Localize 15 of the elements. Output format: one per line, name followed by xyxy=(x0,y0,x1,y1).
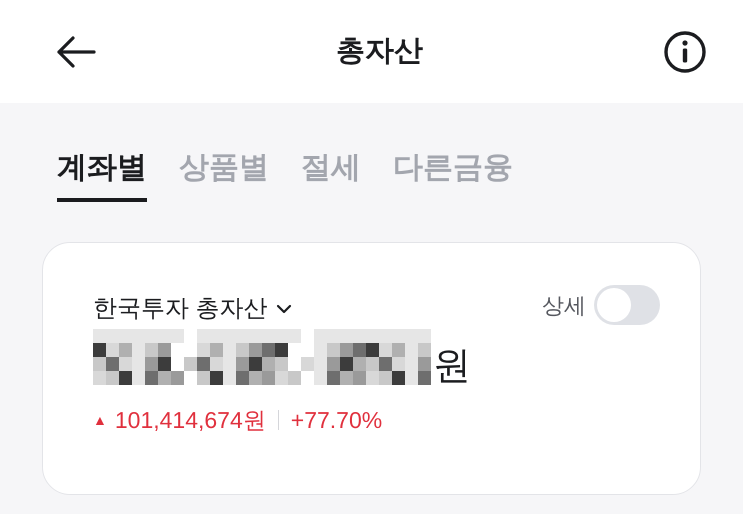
tab[interactable]: 계좌별 xyxy=(57,145,147,202)
change-rate: +77.70% xyxy=(290,406,382,435)
info-icon[interactable] xyxy=(663,30,707,74)
detail-label: 상세 xyxy=(542,292,586,320)
page-title: 총자산 xyxy=(336,34,423,69)
currency-unit: 원 xyxy=(433,347,471,385)
back-button[interactable] xyxy=(56,36,96,68)
tab[interactable]: 상품별 xyxy=(179,145,269,202)
account-selector[interactable]: 한국투자 총자산 xyxy=(93,291,292,327)
tab[interactable]: 절세 xyxy=(301,145,361,202)
chevron-down-icon xyxy=(276,304,292,314)
change-amount: 101,414,674원 xyxy=(114,406,266,435)
tab[interactable]: 다른금융 xyxy=(393,145,513,202)
detail-toggle[interactable] xyxy=(594,285,660,325)
up-triangle-icon: ▲ xyxy=(93,410,107,431)
